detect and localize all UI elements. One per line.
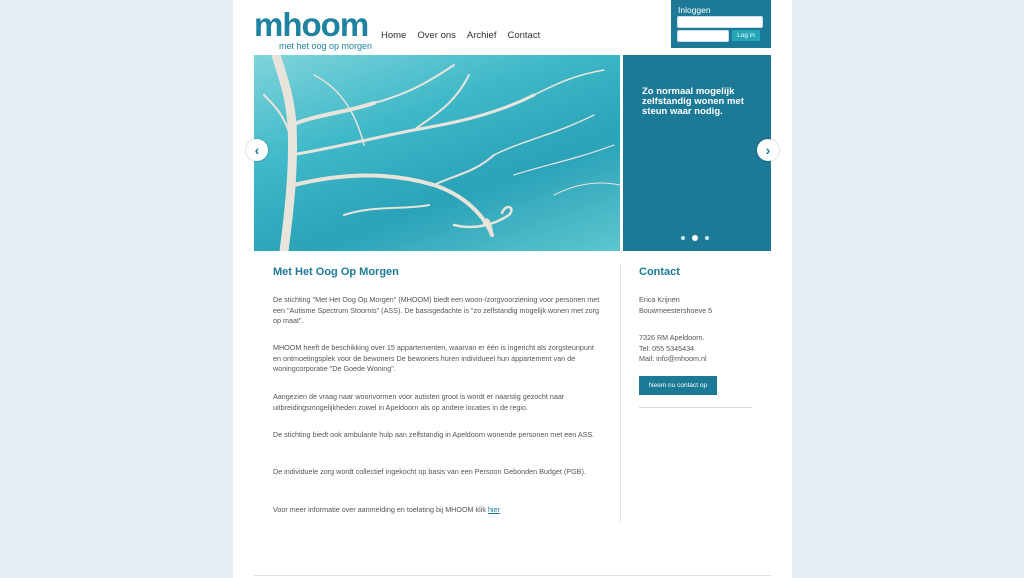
login-button[interactable]: Log in xyxy=(732,30,760,41)
nav-over-ons[interactable]: Over ons xyxy=(417,30,456,41)
slider-next-button[interactable]: › xyxy=(757,139,779,161)
tree-branches-image xyxy=(263,55,620,251)
main-nav: Home Over ons Archief Contact xyxy=(381,30,551,41)
sidebar-divider xyxy=(639,407,752,408)
paragraph-2: MHOOM heeft de beschikking over 15 appar… xyxy=(273,343,594,373)
contact-phone: Tel: 055 5345434 xyxy=(639,344,695,353)
logo[interactable]: mhoom met het oog op morgen xyxy=(254,8,372,52)
slider-dot-3[interactable] xyxy=(705,236,709,240)
contact-title: Contact xyxy=(639,266,680,278)
paragraph-6: Voor meer informatie over aanmelding en … xyxy=(273,505,603,516)
chevron-left-icon: ‹ xyxy=(254,142,260,158)
page-container: mhoom met het oog op morgen Home Over on… xyxy=(233,0,792,578)
contact-mail: Mail: info@mhoom.nl xyxy=(639,354,707,363)
paragraph-5: De individuele zorg wordt collectief ing… xyxy=(273,467,586,476)
contact-button[interactable]: Neem nu contact op xyxy=(639,376,717,395)
column-divider xyxy=(620,264,621,522)
slider-dot-2[interactable] xyxy=(692,235,698,241)
contact-street: Bouwmeestershoeve 5 xyxy=(639,306,713,315)
chevron-right-icon: › xyxy=(765,142,771,158)
login-box: Inloggen Log in xyxy=(671,0,771,48)
login-title: Inloggen xyxy=(678,5,711,15)
paragraph-1: De stichting "Met Het Oog Op Morgen" (MH… xyxy=(273,295,600,325)
contact-name: Erica Krijnen xyxy=(639,295,680,304)
paragraph-6-text: Voor meer informatie over aanmelding en … xyxy=(273,505,486,514)
slider-image xyxy=(254,55,620,251)
nav-contact[interactable]: Contact xyxy=(507,30,540,41)
footer-divider xyxy=(254,575,771,576)
contact-city: 7326 RM Apeldoorn. xyxy=(639,333,705,342)
paragraph-3: Aangezien de vraag naar woonvormen voor … xyxy=(273,392,565,412)
paragraph-4: De stichting biedt ook ambulante hulp aa… xyxy=(273,430,595,439)
main-title: Met Het Oog Op Morgen xyxy=(273,266,399,278)
more-info-link[interactable]: hier xyxy=(488,505,500,514)
logo-text: mhoom xyxy=(254,6,369,43)
username-input[interactable] xyxy=(677,16,763,28)
nav-home[interactable]: Home xyxy=(381,30,406,41)
slider-text-panel: Zo normaal mogelijk zelfstandig wonen me… xyxy=(623,55,771,251)
slider-prev-button[interactable]: ‹ xyxy=(246,139,268,161)
nav-archief[interactable]: Archief xyxy=(467,30,497,41)
logo-tagline: met het oog op morgen xyxy=(279,41,373,51)
slider-dots xyxy=(681,235,709,241)
slide-caption: Zo normaal mogelijk zelfstandig wonen me… xyxy=(642,86,744,117)
slider-dot-1[interactable] xyxy=(681,236,685,240)
password-input[interactable] xyxy=(677,30,729,42)
